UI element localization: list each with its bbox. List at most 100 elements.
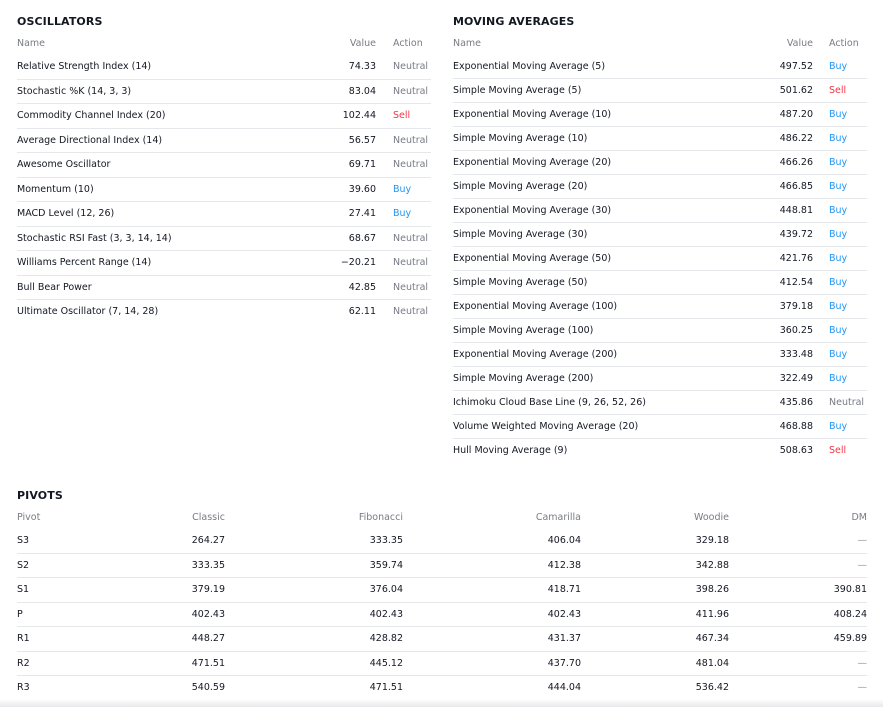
table-row: Simple Moving Average (100) 360.25 Buy xyxy=(453,319,867,343)
indicator-name: Momentum (10) xyxy=(17,183,94,195)
action-badge: Neutral xyxy=(393,159,429,170)
pivot-dm-cell: — xyxy=(857,657,868,669)
pivot-fibonacci-cell: 471.51 xyxy=(369,682,403,693)
table-row: Momentum (10) 39.60 Buy xyxy=(17,178,431,202)
pivot-woodie-cell: 411.96 xyxy=(695,608,729,620)
indicator-value: 83.04 xyxy=(348,85,376,97)
indicator-name: Simple Moving Average (30) xyxy=(453,229,588,240)
table-row: Relative Strength Index (14) 74.33 Neutral xyxy=(17,55,431,80)
action-badge: Neutral xyxy=(393,281,429,293)
indicator-value: 322.49 xyxy=(779,373,813,384)
pivot-dm-cell: — xyxy=(857,535,868,546)
table-row: R3 540.59 471.51 444.04 536.42 — xyxy=(17,676,867,701)
pivot-classic-cell: 264.27 xyxy=(191,535,225,546)
action-badge: Buy xyxy=(829,373,848,384)
indicator-name: Relative Strength Index (14) xyxy=(17,61,152,72)
indicator-value: 379.18 xyxy=(779,301,813,312)
indicator-value: 497.52 xyxy=(779,61,813,72)
table-row: Stochastic RSI Fast (3, 3, 14, 14) 68.67 N… xyxy=(17,227,431,251)
action-badge: Neutral xyxy=(393,85,429,97)
action-badge: Neutral xyxy=(393,61,429,72)
table-row: Simple Moving Average (5) 501.62 Sell xyxy=(453,79,867,103)
table-row: Exponential Moving Average (100) 379.18 Bu… xyxy=(453,295,867,319)
header-value: Value xyxy=(349,38,376,49)
pivot-fibonacci-cell: 428.82 xyxy=(369,633,403,644)
indicator-value: −20.21 xyxy=(340,257,376,268)
header-action: Action xyxy=(829,38,859,49)
bottom-fade xyxy=(0,699,883,707)
action-badge: Buy xyxy=(829,133,848,144)
action-badge: Buy xyxy=(393,208,412,219)
indicator-name: Stochastic %K (14, 3, 3) xyxy=(17,85,132,97)
table-row: Volume Weighted Moving Average (20) 468.8… xyxy=(453,415,867,439)
header-classic: Classic xyxy=(192,512,225,523)
pivot-woodie-cell: 467.34 xyxy=(695,633,729,644)
indicator-name: Simple Moving Average (200) xyxy=(453,373,594,384)
action-badge: Buy xyxy=(393,183,412,195)
indicator-name: Exponential Moving Average (50) xyxy=(453,253,612,264)
indicator-value: 412.54 xyxy=(779,277,813,288)
table-row: R1 448.27 428.82 431.37 467.34 459.89 xyxy=(17,627,867,652)
indicator-name: Exponential Moving Average (5) xyxy=(453,61,606,72)
table-row: Exponential Moving Average (30) 448.81 Buy xyxy=(453,199,867,223)
indicator-value: 27.41 xyxy=(348,208,376,219)
header-fibonacci: Fibonacci xyxy=(358,512,403,523)
moving-averages-table: Name Value Action Exponential Moving Ave… xyxy=(453,33,867,463)
indicator-value: 39.60 xyxy=(348,183,376,195)
indicator-name: MACD Level (12, 26) xyxy=(17,208,115,219)
indicator-name: Exponential Moving Average (10) xyxy=(453,109,612,120)
action-badge: Sell xyxy=(393,110,411,121)
action-badge: Buy xyxy=(829,325,848,336)
table-row: Exponential Moving Average (50) 421.76 Buy xyxy=(453,247,867,271)
action-badge: Neutral xyxy=(393,134,429,146)
table-row: R2 471.51 445.12 437.70 481.04 — xyxy=(17,652,868,676)
table-row: Simple Moving Average (30) 439.72 Buy xyxy=(453,223,867,247)
pivot-classic-cell: 379.19 xyxy=(191,584,225,595)
header-camarilla: Camarilla xyxy=(535,512,581,523)
action-badge: Sell xyxy=(829,85,847,96)
pivot-classic-cell: 448.27 xyxy=(191,633,225,644)
indicator-name: Hull Moving Average (9) xyxy=(453,445,568,456)
indicator-value: 487.20 xyxy=(779,109,813,120)
header-action: Action xyxy=(393,38,423,49)
indicator-value: 466.85 xyxy=(779,181,813,192)
table-row: Williams Percent Range (14) −20.21 Neutral xyxy=(17,251,431,276)
pivot-camarilla-cell: 402.43 xyxy=(547,608,581,620)
indicator-name: Simple Moving Average (20) xyxy=(453,181,588,192)
pivot-pivot-cell: S1 xyxy=(17,584,30,595)
header-pivot: Pivot xyxy=(17,512,41,523)
indicator-name: Awesome Oscillator xyxy=(17,159,111,170)
pivot-classic-cell: 333.35 xyxy=(191,559,225,571)
indicator-name: Simple Moving Average (10) xyxy=(453,133,588,144)
pivot-camarilla-cell: 444.04 xyxy=(547,682,581,693)
oscillators-table: Name Value Action Relative Strength Inde… xyxy=(17,33,431,325)
table-row: Exponential Moving Average (20) 466.26 Buy xyxy=(453,151,867,175)
table-row: Exponential Moving Average (10) 487.20 Buy xyxy=(453,103,867,127)
header-value: Value xyxy=(786,38,813,49)
action-badge: Neutral xyxy=(829,397,865,408)
indicator-value: 360.25 xyxy=(779,325,813,336)
oscillators-header-row: Name Value Action xyxy=(17,33,431,55)
indicator-value: 62.11 xyxy=(348,306,376,317)
moving-averages-title: MOVING AVERAGES xyxy=(453,15,575,28)
action-badge: Buy xyxy=(829,421,848,432)
table-row: S1 379.19 376.04 418.71 398.26 390.81 xyxy=(17,578,867,603)
indicator-name: Exponential Moving Average (30) xyxy=(453,205,612,216)
pivots-table: Pivot Classic Fibonacci Camarilla Woodie… xyxy=(17,507,867,701)
moving-averages-header-row: Name Value Action xyxy=(453,33,867,55)
pivot-pivot-cell: P xyxy=(17,608,23,620)
table-row: Ichimoku Cloud Base Line (9, 26, 52, 26)… xyxy=(453,391,867,415)
indicator-name: Exponential Moving Average (100) xyxy=(453,301,618,312)
pivot-dm-cell: — xyxy=(857,559,868,571)
pivot-camarilla-cell: 406.04 xyxy=(547,535,581,546)
table-row: Exponential Moving Average (200) 333.48 Bu… xyxy=(453,343,867,367)
oscillators-title: OSCILLATORS xyxy=(17,15,103,28)
header-woodie: Woodie xyxy=(694,512,729,523)
indicator-name: Ichimoku Cloud Base Line (9, 26, 52, 26) xyxy=(453,397,646,408)
indicator-value: 466.26 xyxy=(779,157,813,168)
action-badge: Neutral xyxy=(393,257,429,268)
table-row: Hull Moving Average (9) 508.63 Sell xyxy=(453,439,867,463)
pivot-camarilla-cell: 431.37 xyxy=(547,633,581,644)
pivot-fibonacci-cell: 445.12 xyxy=(369,657,403,669)
pivot-woodie-cell: 342.88 xyxy=(695,559,729,571)
